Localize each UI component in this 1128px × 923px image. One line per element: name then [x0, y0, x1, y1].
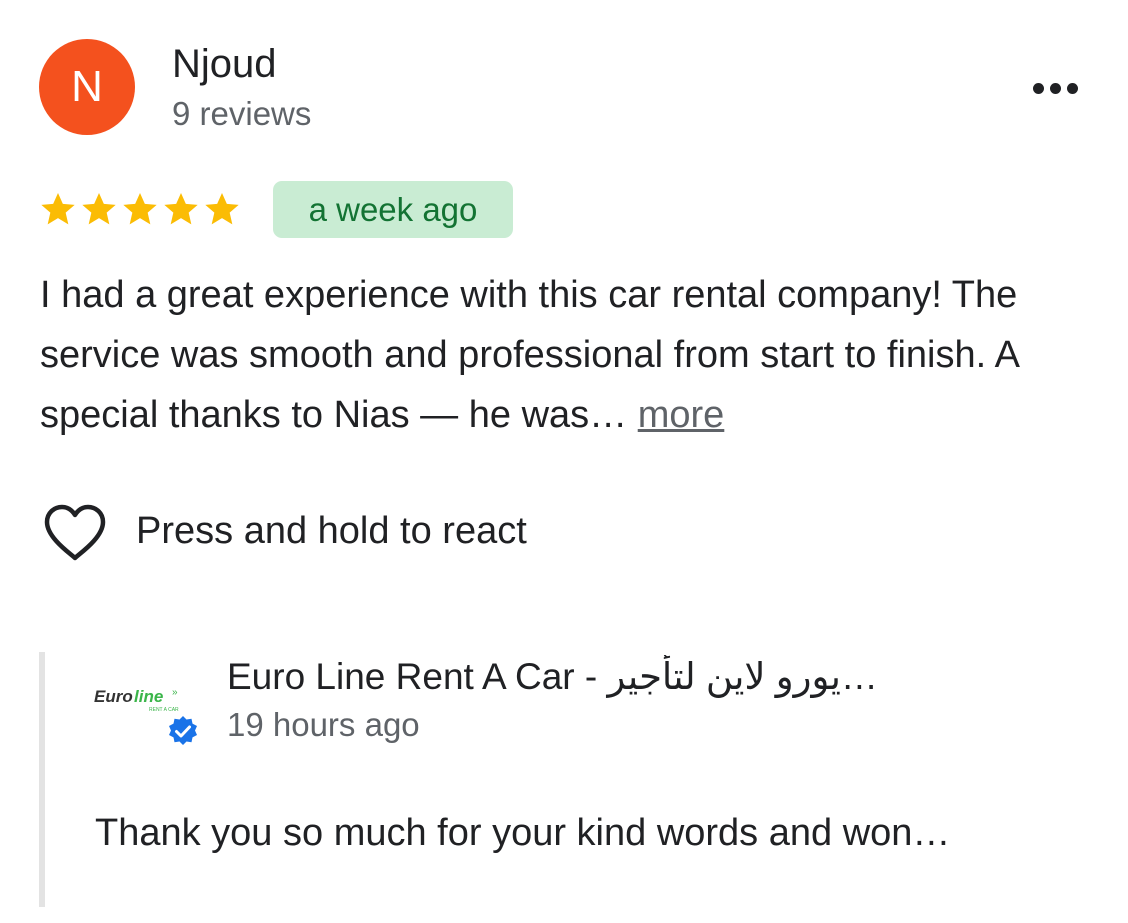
review-date-badge: a week ago [273, 181, 513, 238]
star-rating [38, 190, 242, 230]
svg-text:»: » [172, 687, 178, 698]
star-icon [82, 193, 116, 225]
svg-text:line: line [134, 687, 163, 706]
svg-text:RENT A CAR: RENT A CAR [149, 707, 179, 713]
owner-response-time: 19 hours ago [227, 706, 420, 743]
react-label[interactable]: Press and hold to react [136, 510, 527, 553]
more-link[interactable]: more [638, 394, 725, 436]
reviewer-name[interactable]: Njoud [172, 42, 277, 87]
owner-response-text[interactable]: Thank you so much for your kind words an… [95, 812, 950, 855]
heart-icon[interactable] [43, 504, 107, 562]
reviewer-review-count[interactable]: 9 reviews [172, 95, 311, 133]
avatar[interactable]: N [39, 39, 135, 135]
star-icon [41, 193, 75, 225]
owner-logo: Euro line » RENT A CAR [94, 687, 179, 713]
review-date: a week ago [308, 190, 478, 228]
avatar-initial: N [71, 62, 103, 111]
verified-badge-icon [169, 716, 197, 745]
more-options-icon[interactable] [1020, 68, 1090, 108]
review-text-body: I had a great experience with this car r… [40, 274, 1018, 436]
svg-text:Euro: Euro [94, 687, 133, 706]
star-icon [164, 193, 198, 225]
star-icon [123, 193, 157, 225]
star-icon [205, 193, 239, 225]
owner-response-bar [39, 652, 45, 907]
review-text: I had a great experience with this car r… [40, 265, 1110, 445]
owner-name[interactable]: Euro Line Rent A Car - يورو لاين لتأجير… [227, 655, 1107, 698]
